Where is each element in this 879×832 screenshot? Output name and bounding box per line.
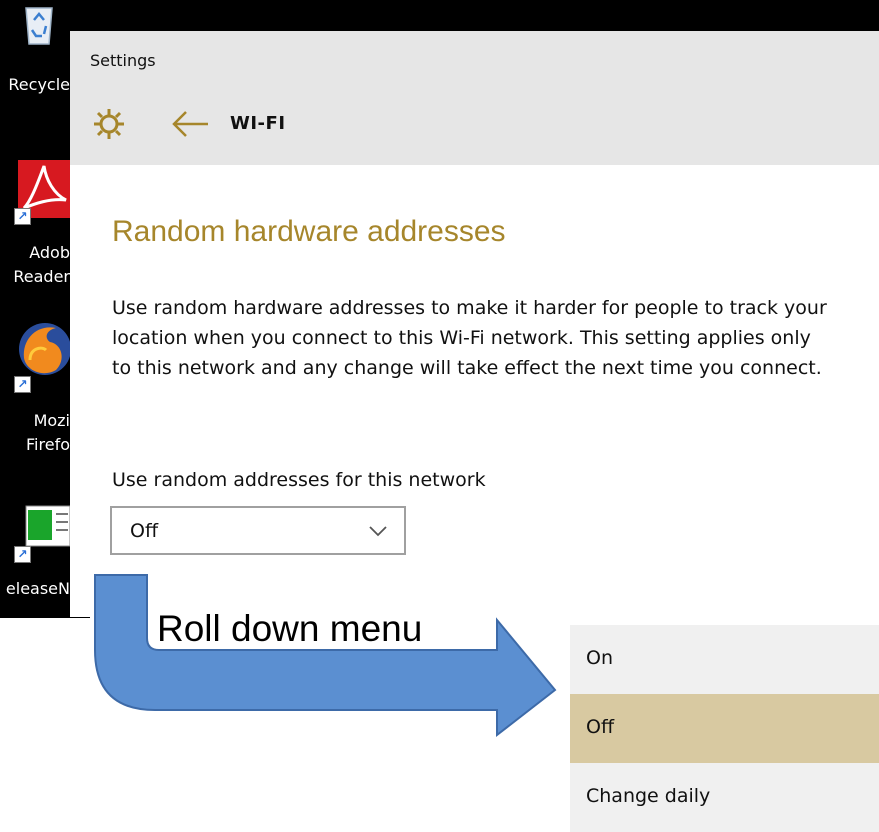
- window-title: Settings: [90, 51, 156, 70]
- dropdown-menu: On Off Change daily: [570, 625, 879, 832]
- option-label: On: [586, 647, 613, 669]
- desktop-icon-label: eleaseN: [5, 579, 70, 598]
- dropdown-option-on[interactable]: On: [570, 625, 879, 694]
- section-description: Use random hardware addresses to make it…: [112, 297, 827, 379]
- dropdown-option-change-daily[interactable]: Change daily: [570, 763, 879, 832]
- title-bar: Settings WI-FI: [70, 31, 879, 165]
- desktop-icon-label: Recycle: [8, 75, 70, 94]
- chevron-down-icon: [369, 526, 387, 537]
- option-label: Off: [586, 716, 615, 738]
- desktop-icon-label: Adob: [29, 243, 70, 262]
- annotation-arrow: [94, 574, 557, 738]
- random-addresses-label: Use random addresses for this network: [112, 469, 486, 491]
- shortcut-arrow-icon: ↗: [14, 376, 31, 393]
- shortcut-arrow-icon: ↗: [14, 208, 31, 225]
- page-title: WI-FI: [230, 113, 286, 134]
- settings-window: Settings WI-FI Random hardware addresses…: [70, 31, 879, 617]
- desktop-icon-label-line2: Firefo: [26, 435, 70, 454]
- dropdown-selected-value: Off: [130, 520, 159, 542]
- desktop-icon-label-line2: Reader: [13, 267, 70, 286]
- section-heading: Random hardware addresses: [112, 215, 506, 248]
- gear-icon[interactable]: [92, 107, 126, 141]
- annotation-label: Roll down menu: [157, 608, 423, 649]
- recycle-bin-icon: [25, 7, 53, 45]
- desktop-icon-label: Mozi: [33, 411, 70, 430]
- shortcut-arrow-icon: ↗: [14, 546, 31, 563]
- firefox-icon: [19, 323, 71, 375]
- release-notes-icon: [25, 505, 71, 547]
- option-label: Change daily: [586, 785, 711, 807]
- random-addresses-dropdown[interactable]: Off: [110, 506, 406, 555]
- dropdown-option-off[interactable]: Off: [570, 694, 879, 763]
- back-arrow-icon[interactable]: [170, 109, 210, 139]
